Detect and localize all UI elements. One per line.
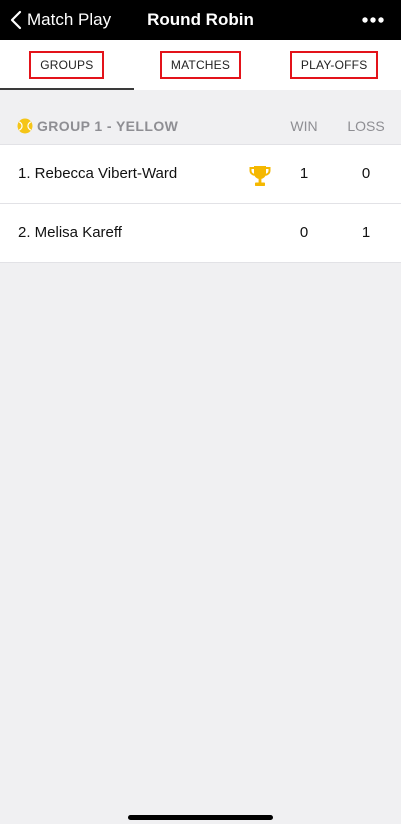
loss-count: 0 [361,165,371,182]
back-button-label: Match Play [27,10,112,29]
tab-matches-label: MATCHES [159,51,242,79]
trophy-icon [248,164,272,188]
tennis-ball-icon [17,118,33,134]
table-row[interactable]: 2. Melisa Kareff 0 1 [0,204,401,263]
player-name: 1. Rebecca Vibert-Ward [18,165,178,182]
nav-bar: Match Play Round Robin [0,0,401,40]
tab-groups-label: GROUPS [29,51,105,79]
tab-matches[interactable]: MATCHES [134,40,268,90]
more-button[interactable] [353,0,393,40]
loss-count: 1 [361,224,371,241]
tab-play-offs[interactable]: PLAY-OFFS [267,40,401,90]
chevron-left-icon [10,10,22,30]
group-title: GROUP 1 - YELLOW [37,118,179,134]
more-horizontal-icon [361,11,385,29]
home-indicator[interactable] [128,815,273,820]
standings-table: 1. Rebecca Vibert-Ward 1 0 2. Melisa Kar… [0,144,401,263]
tab-play-offs-label: PLAY-OFFS [289,51,379,79]
win-count: 1 [299,165,309,182]
group-header: GROUP 1 - YELLOW WIN LOSS [0,108,401,144]
player-name: 2. Melisa Kareff [18,224,122,241]
tab-groups[interactable]: GROUPS [0,40,134,90]
table-row[interactable]: 1. Rebecca Vibert-Ward 1 0 [0,145,401,204]
column-header-win: WIN [290,118,318,134]
win-count: 0 [299,224,309,241]
back-button[interactable]: Match Play [10,0,111,40]
column-header-loss: LOSS [347,118,385,134]
tab-bar: GROUPS MATCHES PLAY-OFFS [0,40,401,90]
